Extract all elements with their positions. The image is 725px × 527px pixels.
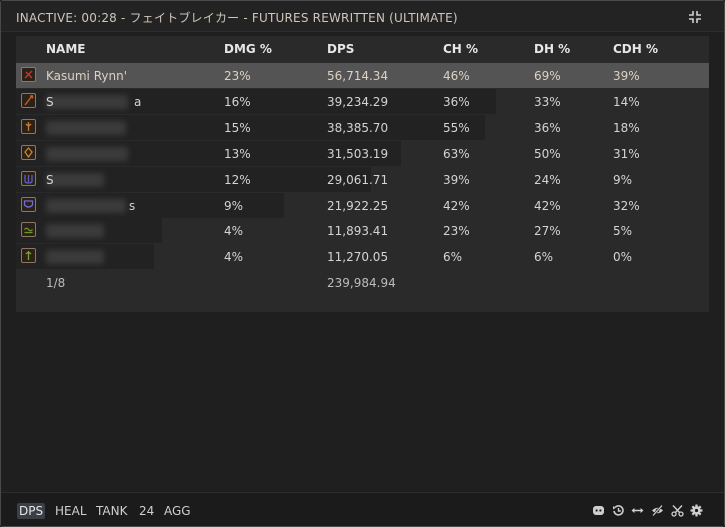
direct-hit-percent: 69%: [534, 69, 561, 83]
dmg-percent: 13%: [224, 146, 251, 161]
dps-value: 39,234.29: [327, 94, 389, 109]
column-header-ch[interactable]: CH %: [443, 42, 478, 56]
direct-hit-percent: 33%: [534, 94, 561, 109]
crit-direct-hit-percent: 5%: [613, 224, 633, 239]
combatant-row[interactable]: Kasumi Rynn' 23% 56,714.34 46% 69% 39%: [16, 63, 709, 88]
name-fragment: S: [46, 94, 54, 109]
name-fragment: a: [134, 94, 142, 109]
column-header-dh[interactable]: DH %: [534, 42, 570, 56]
combatant-row[interactable]: s 9% 21,922.25 42% 42% 32%: [16, 192, 709, 218]
redacted-name: [46, 146, 128, 161]
dps-value: 21,922.25: [327, 198, 389, 213]
dps-value: 31,503.19: [327, 146, 389, 161]
dps-value: 38,385.70: [327, 120, 389, 135]
crit-hit-percent: 46%: [443, 69, 470, 83]
crit-direct-hit-percent: 39%: [613, 69, 640, 83]
window-title: INACTIVE: 00:28 - フェイトブレイカー - FUTURES RE…: [16, 11, 458, 25]
column-header-name[interactable]: NAME: [46, 42, 85, 56]
discord-icon[interactable]: [592, 504, 605, 517]
dps-value: 11,270.05: [327, 250, 389, 265]
dragoon-job-icon: [21, 92, 36, 108]
column-header-dmg[interactable]: DMG %: [224, 42, 272, 56]
combatant-name: Kasumi Rynn': [46, 69, 127, 83]
table-header: NAME DMG % DPS CH % DH % CDH %: [16, 36, 709, 63]
dmg-percent: 23%: [224, 69, 251, 83]
collapse-icon[interactable]: [688, 9, 702, 23]
crit-hit-percent: 23%: [443, 224, 470, 239]
settings-icon[interactable]: [690, 504, 703, 517]
combatant-count: 1/8: [46, 276, 66, 291]
dps-value: 11,893.41: [327, 224, 389, 239]
resize-horizontal-icon[interactable]: [631, 504, 644, 517]
redacted-name: [46, 172, 104, 187]
direct-hit-percent: 50%: [534, 146, 561, 161]
viper-job-icon: [21, 67, 36, 82]
crit-hit-percent: 6%: [443, 250, 463, 265]
dps-value: 29,061.71: [327, 172, 389, 187]
direct-hit-percent: 24%: [534, 172, 561, 187]
white-mage-job-icon: [21, 248, 36, 264]
tab-heal[interactable]: HEAL: [53, 503, 89, 519]
tab-agg[interactable]: AGG: [162, 503, 193, 519]
redacted-name: [46, 224, 104, 239]
redacted-name: [46, 250, 104, 265]
tab-dps[interactable]: DPS: [17, 503, 46, 519]
paladin-job-icon: [21, 196, 36, 212]
history-icon[interactable]: [612, 504, 625, 517]
tab-24[interactable]: 24: [137, 503, 156, 519]
crit-direct-hit-percent: 31%: [613, 146, 640, 161]
direct-hit-percent: 6%: [534, 250, 554, 265]
combatant-row[interactable]: 13% 31,503.19 63% 50% 31%: [16, 140, 709, 166]
monk-job-icon: [21, 144, 36, 160]
total-row: 1/8 239,984.94: [16, 270, 709, 295]
combatant-row[interactable]: S 12% 29,061.71 39% 24% 9%: [16, 166, 709, 192]
combatant-row[interactable]: Sa 16% 39,234.29 36% 33% 14%: [16, 88, 709, 114]
close-encounter-icon[interactable]: [671, 504, 684, 517]
combatant-row[interactable]: 4% 11,893.41 23% 27% 5%: [16, 218, 709, 244]
redacted-name: [46, 120, 126, 135]
crit-hit-percent: 36%: [443, 94, 470, 109]
dps-meter-window: INACTIVE: 00:28 - フェイトブレイカー - FUTURES RE…: [0, 0, 725, 527]
total-dps: 239,984.94: [327, 276, 396, 291]
crit-hit-percent: 42%: [443, 198, 470, 213]
scholar-job-icon: [21, 222, 36, 238]
tab-tank[interactable]: TANK: [94, 503, 129, 519]
combatant-row[interactable]: 4% 11,270.05 6% 6% 0%: [16, 244, 709, 270]
reaper-job-icon: [21, 170, 36, 186]
redacted-name: [46, 198, 126, 213]
dmg-percent: 15%: [224, 120, 251, 135]
crit-hit-percent: 63%: [443, 146, 470, 161]
crit-direct-hit-percent: 32%: [613, 198, 640, 213]
direct-hit-percent: 27%: [534, 224, 561, 239]
bard-job-icon: [21, 118, 36, 134]
combatant-row[interactable]: 15% 38,385.70 55% 36% 18%: [16, 114, 709, 140]
crit-direct-hit-percent: 9%: [613, 172, 633, 187]
redacted-name: [46, 94, 128, 109]
crit-direct-hit-percent: 18%: [613, 120, 640, 135]
dmg-percent: 4%: [224, 224, 244, 239]
bottom-toolbar: DPS HEAL TANK 24 AGG: [1, 492, 724, 526]
crit-hit-percent: 55%: [443, 120, 470, 135]
column-header-cdh[interactable]: CDH %: [613, 42, 658, 56]
column-header-dps[interactable]: DPS: [327, 42, 354, 56]
hide-icon[interactable]: [651, 504, 664, 517]
dps-value: 56,714.34: [327, 69, 389, 83]
title-bar[interactable]: INACTIVE: 00:28 - フェイトブレイカー - FUTURES RE…: [1, 1, 724, 32]
combatant-table: NAME DMG % DPS CH % DH % CDH % Kasumi Ry…: [16, 36, 709, 312]
direct-hit-percent: 42%: [534, 198, 561, 213]
crit-direct-hit-percent: 0%: [613, 250, 633, 265]
direct-hit-percent: 36%: [534, 120, 561, 135]
dmg-percent: 4%: [224, 250, 244, 265]
name-fragment: s: [129, 198, 136, 213]
dmg-percent: 16%: [224, 94, 251, 109]
crit-direct-hit-percent: 14%: [613, 94, 640, 109]
dmg-percent: 9%: [224, 198, 244, 213]
name-fragment: S: [46, 172, 54, 187]
dmg-percent: 12%: [224, 172, 251, 187]
crit-hit-percent: 39%: [443, 172, 470, 187]
